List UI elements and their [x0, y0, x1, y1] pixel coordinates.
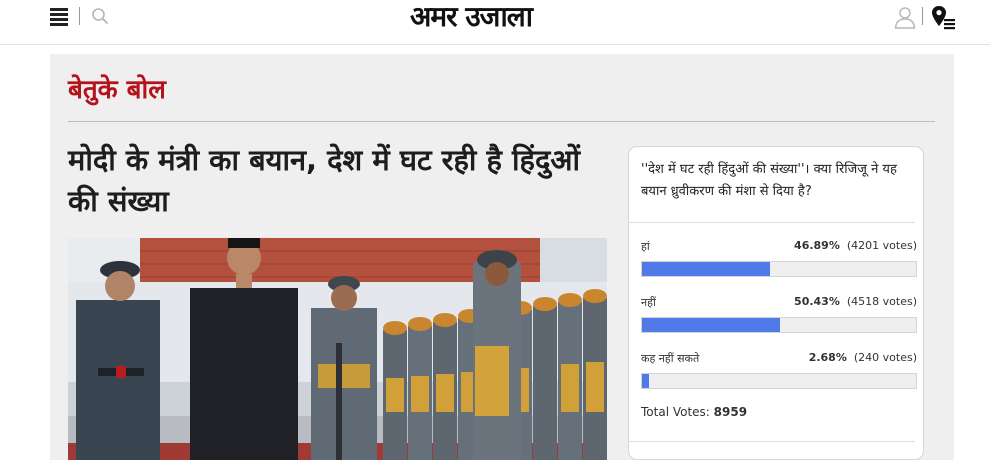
header-divider-right: [922, 7, 923, 25]
poll-divider: [629, 222, 915, 223]
poll-total-label: Total Votes:: [641, 405, 710, 419]
poll-option-label: नहीं: [641, 296, 656, 309]
poll-option-stat: 2.68% (240 votes): [809, 351, 917, 364]
poll-option-cant-say[interactable]: कह नहीं सकते 2.68% (240 votes): [641, 351, 917, 391]
poll-option-stat: 50.43% (4518 votes): [794, 295, 917, 308]
poll-question: ''देश में घट रही हिंदुओं की संख्या''। क्…: [641, 162, 897, 199]
poll-option-percent: 50.43%: [794, 295, 840, 308]
section-title[interactable]: बेतुके बोल: [68, 70, 166, 106]
poll-option-label: हां: [641, 240, 650, 253]
poll-bar-fill: [642, 318, 781, 332]
poll-option-percent: 46.89%: [794, 239, 840, 252]
poll-option-votes: (4201 votes): [846, 239, 917, 252]
poll-total-value: 8959: [713, 405, 748, 419]
article-headline[interactable]: मोदी के मंत्री का बयान, देश में घट रही ह…: [68, 140, 608, 222]
menu-icon[interactable]: [50, 8, 68, 26]
poll-option-label: कह नहीं सकते: [641, 352, 700, 365]
search-icon[interactable]: [91, 7, 109, 25]
location-icon[interactable]: [931, 5, 957, 31]
content-panel: बेतुके बोल मोदी के मंत्री का बयान, देश म…: [50, 54, 954, 460]
poll-bar-fill: [642, 262, 771, 276]
poll-bar-track: [641, 261, 917, 277]
poll-bar-track: [641, 317, 917, 333]
poll-bar-fill: [642, 374, 650, 388]
poll-option-stat: 46.89% (4201 votes): [794, 239, 917, 252]
poll-widget: ''देश में घट रही हिंदुओं की संख्या''। क्…: [628, 146, 924, 460]
poll-option-yes[interactable]: हां 46.89% (4201 votes): [641, 239, 917, 279]
poll-option-votes: (240 votes): [853, 351, 917, 364]
poll-total-votes: Total Votes: 8959: [641, 405, 747, 419]
user-icon[interactable]: [893, 5, 917, 29]
section-divider: [68, 121, 935, 122]
poll-option-percent: 2.68%: [808, 351, 847, 364]
poll-bar-track: [641, 373, 917, 389]
poll-option-no[interactable]: नहीं 50.43% (4518 votes): [641, 295, 917, 335]
top-header: अमर उजाला: [0, 0, 990, 45]
article-photo[interactable]: [68, 238, 607, 460]
poll-divider-bottom: [629, 441, 915, 442]
header-divider: [79, 7, 80, 25]
site-logo[interactable]: अमर उजाला: [410, 0, 595, 31]
poll-option-votes: (4518 votes): [846, 295, 917, 308]
